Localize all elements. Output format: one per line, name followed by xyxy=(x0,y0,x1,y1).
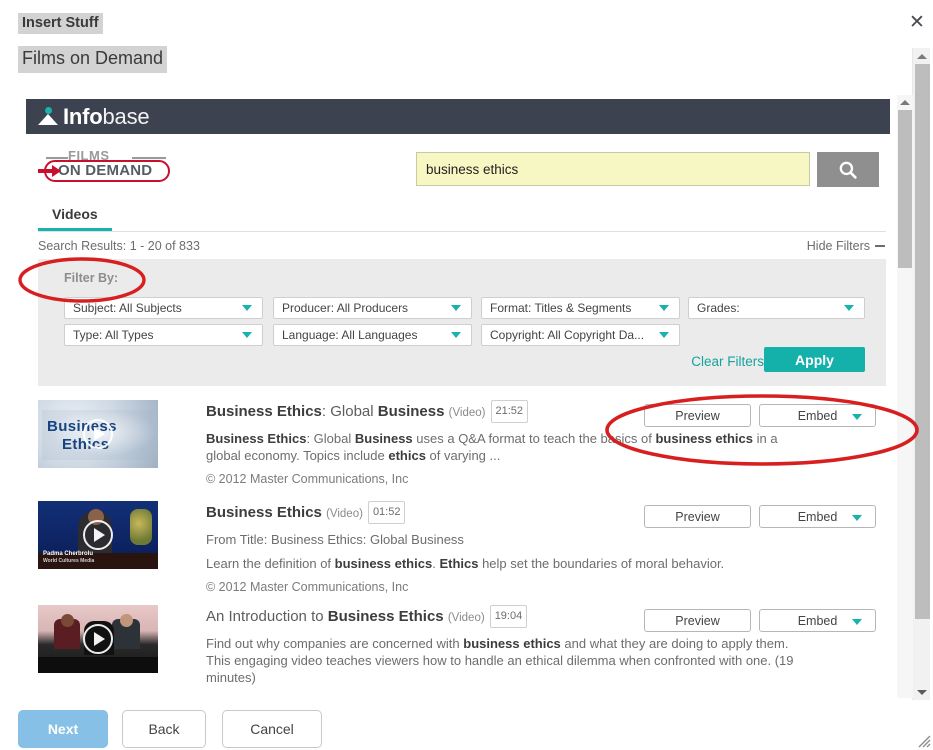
result-description: Business Ethics: Global Business uses a … xyxy=(206,431,778,463)
hide-filters-label: Hide Filters xyxy=(806,239,870,253)
chevron-down-icon xyxy=(242,332,252,338)
chevron-down-icon xyxy=(852,414,862,420)
cancel-button[interactable]: Cancel xyxy=(222,710,322,748)
chevron-down-icon xyxy=(852,515,862,521)
tab-videos[interactable]: Videos xyxy=(38,206,112,231)
result-copyright: © 2012 Master Communications, Inc xyxy=(206,472,409,486)
filter-type-label: Type: All Types xyxy=(73,328,154,342)
filter-copyright-label: Copyright: All Copyright Da... xyxy=(490,328,645,342)
result-thumbnail[interactable]: Business Ethics xyxy=(38,400,158,468)
inner-scrollbar-thumb[interactable] xyxy=(898,110,912,268)
result-row: Business Ethics Business Ethics: Global Bu… xyxy=(38,400,886,501)
infobase-mark-icon xyxy=(38,106,58,127)
infobase-logo: Infobase xyxy=(26,103,150,130)
filter-select-format[interactable]: Format: Titles & Segments xyxy=(481,297,680,319)
result-description: Learn the definition of business ethics.… xyxy=(206,556,725,571)
play-icon[interactable] xyxy=(83,520,113,550)
filter-select-copyright[interactable]: Copyright: All Copyright Da... xyxy=(481,324,680,346)
filter-subject-label: Subject: All Subjects xyxy=(73,301,182,315)
result-description: Find out why companies are concerned wit… xyxy=(206,636,794,685)
chevron-down-icon xyxy=(451,332,461,338)
films-on-demand-logo[interactable]: FILMS ON DEMAND xyxy=(38,148,173,184)
filter-grades-label: Grades: xyxy=(697,301,740,315)
filter-select-language[interactable]: Language: All Languages xyxy=(273,324,472,346)
infobase-wordmark: Infobase xyxy=(63,103,150,130)
filter-select-type[interactable]: Type: All Types xyxy=(64,324,263,346)
preview-button[interactable]: Preview xyxy=(644,404,751,427)
preview-button[interactable]: Preview xyxy=(644,609,751,632)
insert-stuff-dialog: Insert Stuff Films on Demand ✕ Infobase … xyxy=(0,0,933,750)
filter-language-label: Language: All Languages xyxy=(282,328,418,342)
infobase-header: Infobase xyxy=(26,99,890,134)
provider-title: Films on Demand xyxy=(18,46,168,73)
search-results-summary: Search Results: 1 - 20 of 833 xyxy=(38,239,200,253)
close-icon[interactable]: ✕ xyxy=(906,13,928,35)
filter-select-grades[interactable]: Grades: xyxy=(688,297,865,319)
result-row: Padma Cherbrolu World Cultures Media Busin… xyxy=(38,501,886,605)
scroll-up-arrow-icon[interactable] xyxy=(913,48,931,64)
apply-filters-button[interactable]: Apply xyxy=(764,347,865,372)
result-copyright: © 2012 Master Communications, Inc xyxy=(206,580,409,594)
filter-format-label: Format: Titles & Segments xyxy=(490,301,632,315)
infobase-word-bold: Info xyxy=(63,103,103,129)
chevron-down-icon xyxy=(242,305,252,311)
play-icon[interactable] xyxy=(83,624,113,654)
scroll-down-arrow-icon[interactable] xyxy=(913,684,931,700)
filter-producer-label: Producer: All Producers xyxy=(282,301,409,315)
search-icon xyxy=(839,161,857,179)
chevron-down-icon xyxy=(852,619,862,625)
next-button[interactable]: Next xyxy=(18,710,108,748)
chevron-down-icon xyxy=(659,305,669,311)
result-thumbnail[interactable]: Padma Cherbrolu World Cultures Media xyxy=(38,501,158,569)
media-type-label: (Video) xyxy=(447,612,485,624)
infobase-word-light: base xyxy=(102,103,150,129)
filter-panel: Filter By: Subject: All Subjects Produce… xyxy=(38,259,886,386)
embed-button[interactable]: Embed xyxy=(759,609,876,632)
tab-bar: Videos xyxy=(38,206,886,232)
duration-badge: 01:52 xyxy=(367,501,406,524)
preview-button[interactable]: Preview xyxy=(644,505,751,528)
chevron-down-icon xyxy=(451,305,461,311)
chevron-down-icon xyxy=(659,332,669,338)
play-icon[interactable] xyxy=(83,419,113,449)
logo-rule-right xyxy=(132,157,166,159)
media-type-label: (Video) xyxy=(326,508,363,520)
result-row: An Introduction to Business Ethics (Vide… xyxy=(38,605,886,698)
filter-select-subject[interactable]: Subject: All Subjects xyxy=(64,297,263,319)
search-input[interactable] xyxy=(416,152,810,186)
filter-select-producer[interactable]: Producer: All Producers xyxy=(273,297,472,319)
duration-badge: 19:04 xyxy=(489,605,528,628)
inner-scroll-up-arrow-icon[interactable] xyxy=(897,95,913,110)
embed-button[interactable]: Embed xyxy=(759,505,876,528)
resize-grip-icon[interactable] xyxy=(915,732,931,748)
chevron-down-icon xyxy=(844,305,854,311)
filter-by-label: Filter By: xyxy=(64,271,119,285)
inner-scrollbar[interactable] xyxy=(897,95,913,698)
embed-button[interactable]: Embed xyxy=(759,404,876,427)
clear-filters-link[interactable]: Clear Filters xyxy=(691,354,764,369)
result-actions: Preview Embed xyxy=(644,404,876,427)
result-thumbnail[interactable] xyxy=(38,605,158,673)
back-button[interactable]: Back xyxy=(122,710,206,748)
result-actions: Preview Embed xyxy=(644,609,876,632)
search-panel: FILMS ON DEMAND Videos Search Results: 1… xyxy=(26,134,897,698)
hide-filters-toggle[interactable]: Hide Filters xyxy=(807,239,885,253)
search-button[interactable] xyxy=(817,152,879,187)
result-from-title: From Title: Business Ethics: Global Busi… xyxy=(206,532,464,547)
dialog-title: Insert Stuff xyxy=(18,13,103,34)
logo-rule-left xyxy=(46,157,68,159)
result-actions: Preview Embed xyxy=(644,505,876,528)
media-type-label: (Video) xyxy=(448,407,486,419)
outer-scrollbar-thumb[interactable] xyxy=(915,64,930,619)
logo-arrow-icon xyxy=(38,165,64,177)
outer-scrollbar[interactable] xyxy=(912,48,930,700)
dialog-footer: Next Back Cancel xyxy=(0,710,933,750)
duration-badge: 21:52 xyxy=(490,400,529,423)
logo-ondemand-text: ON DEMAND xyxy=(58,162,153,179)
minus-icon xyxy=(875,244,885,247)
